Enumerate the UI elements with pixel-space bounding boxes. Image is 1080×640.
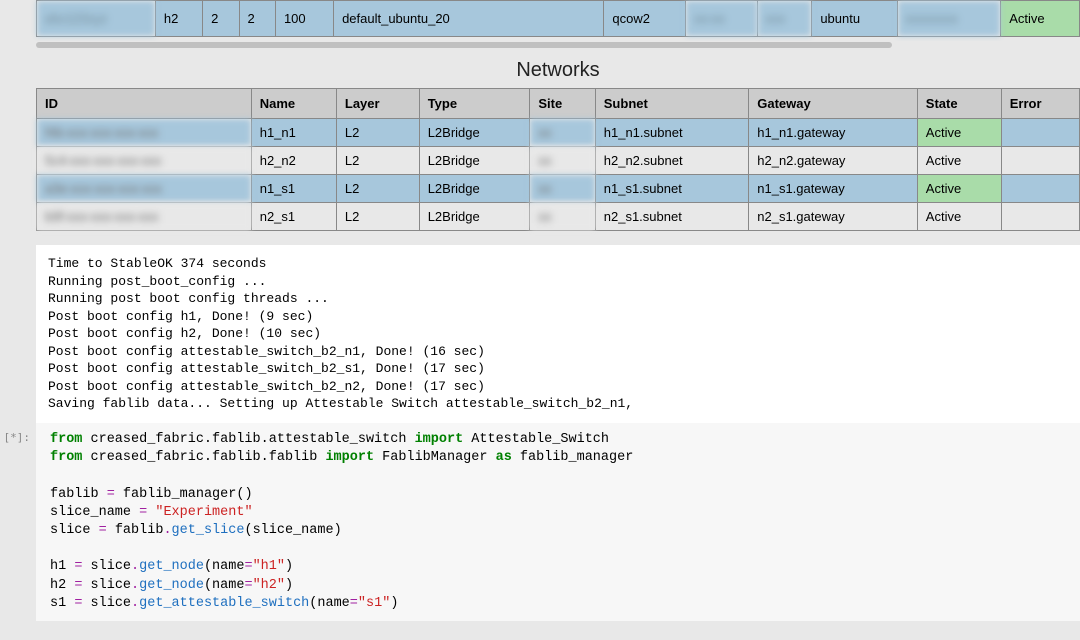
networks-header-cell: Type	[419, 89, 530, 119]
node-blur3-cell: xxxxxxxx	[897, 1, 1001, 37]
network-cell-id: f4b-xxx-xxx-xxx-xxx	[37, 119, 252, 147]
network-cell-name: n1_s1	[251, 175, 336, 203]
network-cell-state: Active	[917, 119, 1001, 147]
node-ram-cell: 2	[239, 1, 275, 37]
network-cell-subnet: n2_s1.subnet	[595, 203, 748, 231]
network-cell-site: xx	[530, 203, 595, 231]
node-blur1-cell: xx-xx	[686, 1, 757, 37]
network-cell-id: 5c4-xxx-xxx-xxx-xxx	[37, 147, 252, 175]
scrollbar-thumb[interactable]	[36, 42, 892, 48]
networks-header-cell: Site	[530, 89, 595, 119]
network-cell-subnet: n1_s1.subnet	[595, 175, 748, 203]
networks-header-cell: Error	[1001, 89, 1079, 119]
network-row: f4b-xxx-xxx-xxx-xxxh1_n1L2L2Bridgexxh1_n…	[37, 119, 1080, 147]
network-cell-error	[1001, 203, 1079, 231]
node-disk-cell: 100	[275, 1, 333, 37]
node-image-cell: default_ubuntu_20	[334, 1, 604, 37]
network-cell-state: Active	[917, 175, 1001, 203]
network-cell-name: h2_n2	[251, 147, 336, 175]
networks-title: Networks	[36, 59, 1080, 82]
network-cell-layer: L2	[336, 119, 419, 147]
network-cell-type: L2Bridge	[419, 147, 530, 175]
network-cell-type: L2Bridge	[419, 119, 530, 147]
network-cell-name: h1_n1	[251, 119, 336, 147]
network-cell-name: n2_s1	[251, 203, 336, 231]
network-cell-site: xx	[530, 175, 595, 203]
networks-header-cell: ID	[37, 89, 252, 119]
node-cpu-cell: 2	[203, 1, 239, 37]
node-id-cell: abc123xyz	[37, 1, 156, 37]
network-cell-gateway: h2_n2.gateway	[749, 147, 918, 175]
network-row: 5c4-xxx-xxx-xxx-xxxh2_n2L2L2Bridgexxh2_n…	[37, 147, 1080, 175]
network-cell-error	[1001, 175, 1079, 203]
network-row: b9f-xxx-xxx-xxx-xxxn2_s1L2L2Bridgexxn2_s…	[37, 203, 1080, 231]
network-cell-gateway: h1_n1.gateway	[749, 119, 918, 147]
network-cell-type: L2Bridge	[419, 203, 530, 231]
networks-header-cell: Layer	[336, 89, 419, 119]
network-cell-error	[1001, 119, 1079, 147]
network-cell-layer: L2	[336, 147, 419, 175]
node-format-cell: qcow2	[604, 1, 686, 37]
network-cell-site: xx	[530, 147, 595, 175]
network-cell-id: b9f-xxx-xxx-xxx-xxx	[37, 203, 252, 231]
cell-prompt: [*]:	[0, 423, 36, 444]
network-cell-error	[1001, 147, 1079, 175]
network-cell-layer: L2	[336, 175, 419, 203]
network-row: a3e-xxx-xxx-xxx-xxxn1_s1L2L2Bridgexxn1_s…	[37, 175, 1080, 203]
node-name-cell: h2	[155, 1, 202, 37]
networks-header-cell: Subnet	[595, 89, 748, 119]
nodes-table: abc123xyz h2 2 2 100 default_ubuntu_20 q…	[36, 0, 1080, 37]
network-cell-site: xx	[530, 119, 595, 147]
network-cell-state: Active	[917, 203, 1001, 231]
networks-header-cell: State	[917, 89, 1001, 119]
network-cell-subnet: h1_n1.subnet	[595, 119, 748, 147]
networks-header-cell: Gateway	[749, 89, 918, 119]
code-cell[interactable]: from creased_fabric.fablib.attestable_sw…	[36, 423, 1080, 621]
networks-header-cell: Name	[251, 89, 336, 119]
network-cell-subnet: h2_n2.subnet	[595, 147, 748, 175]
networks-body: f4b-xxx-xxx-xxx-xxxh1_n1L2L2Bridgexxh1_n…	[37, 119, 1080, 231]
node-row: abc123xyz h2 2 2 100 default_ubuntu_20 q…	[37, 1, 1080, 37]
horizontal-scrollbar[interactable]	[36, 41, 1080, 49]
node-state-cell: Active	[1001, 1, 1080, 37]
output-cell: Time to StableOK 374 seconds Running pos…	[36, 245, 1080, 423]
network-cell-gateway: n2_s1.gateway	[749, 203, 918, 231]
network-cell-layer: L2	[336, 203, 419, 231]
networks-table: IDNameLayerTypeSiteSubnetGatewayStateErr…	[36, 88, 1080, 231]
network-cell-id: a3e-xxx-xxx-xxx-xxx	[37, 175, 252, 203]
network-cell-state: Active	[917, 147, 1001, 175]
network-cell-type: L2Bridge	[419, 175, 530, 203]
node-blur2-cell: xxx	[757, 1, 812, 37]
networks-header-row: IDNameLayerTypeSiteSubnetGatewayStateErr…	[37, 89, 1080, 119]
node-user-cell: ubuntu	[812, 1, 897, 37]
network-cell-gateway: n1_s1.gateway	[749, 175, 918, 203]
